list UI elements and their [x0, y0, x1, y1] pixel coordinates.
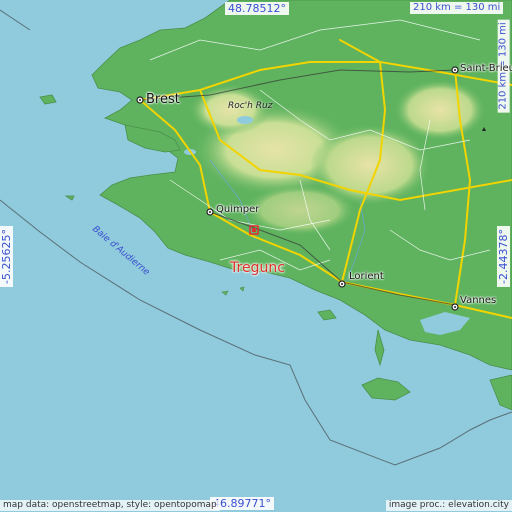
credit-left: map data: openstreetmap, style: opentopo…	[0, 500, 220, 511]
map-canvas[interactable]: 48.78512° 46.89771° -5.25625° -2.44378° …	[0, 0, 512, 512]
ile-d-ouessant	[39, 94, 57, 105]
ile-de-groix	[317, 309, 337, 321]
place-saint-brieuc: Saint-Brieu	[460, 63, 512, 74]
scale-top-label: 210 km = 130 mi	[410, 2, 504, 14]
place-roch-ruz: Roc'h Ruz	[228, 101, 273, 111]
noirmoutier	[489, 374, 512, 411]
place-quimper: Quimper	[216, 204, 260, 215]
glenan	[221, 286, 245, 296]
place-brest: Brest	[146, 92, 180, 107]
right-longitude-label: -2.44378°	[496, 226, 510, 287]
quiberon	[374, 329, 385, 367]
belle-ile	[361, 377, 411, 401]
place-lorient: Lorient	[349, 271, 384, 282]
target-place-label: Tregunc	[230, 260, 285, 276]
place-vannes: Vannes	[460, 295, 497, 306]
top-latitude-label: 48.78512°	[225, 2, 289, 15]
ile-de-sein	[64, 195, 75, 201]
depth-contour-2	[0, 9, 31, 31]
left-longitude-label: -5.25625°	[0, 226, 13, 287]
map-terrain	[0, 0, 512, 466]
credit-right: image proc.: elevation.city	[385, 500, 512, 511]
